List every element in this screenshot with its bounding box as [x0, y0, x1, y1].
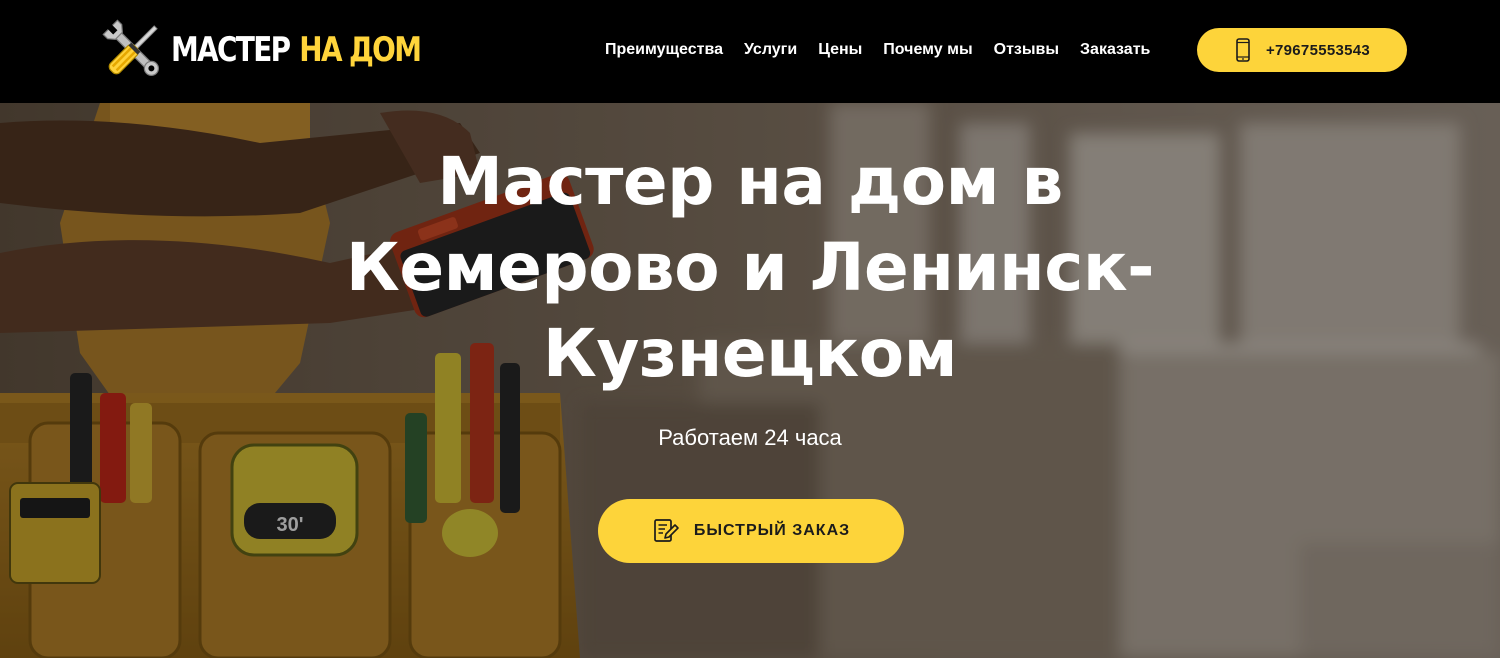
- hero-title: Мастер на дом в Кемерово и Ленинск-Кузне…: [345, 143, 1155, 392]
- quick-order-button[interactable]: БЫСТРЫЙ ЗАКАЗ: [598, 499, 904, 563]
- nav-link-prices[interactable]: Цены: [818, 38, 862, 62]
- hero-section: 30' Мастер на дом в Кемерово и Ленинск-К…: [0, 103, 1500, 658]
- logo-word-primary: МАСТЕР: [171, 30, 291, 70]
- smartphone-icon: [1236, 38, 1250, 62]
- wrench-screwdriver-icon: [102, 19, 159, 76]
- nav-link-advantages[interactable]: Преимущества: [605, 38, 723, 62]
- page: МАСТЕР НА ДОМ Преимущества Услуги Цены По…: [0, 0, 1500, 658]
- edit-document-icon: [653, 519, 679, 542]
- logo-word-accent: НА ДОМ: [299, 30, 422, 70]
- nav-link-order[interactable]: Заказать: [1080, 38, 1150, 62]
- site-header: МАСТЕР НА ДОМ Преимущества Услуги Цены По…: [0, 0, 1500, 103]
- nav-link-reviews[interactable]: Отзывы: [994, 38, 1059, 62]
- quick-order-label: БЫСТРЫЙ ЗАКАЗ: [693, 522, 851, 539]
- logo-text: МАСТЕР НА ДОМ: [171, 30, 422, 70]
- hero-subtitle: Работаем 24 часа: [658, 425, 842, 450]
- phone-button[interactable]: +79675553543: [1197, 28, 1407, 72]
- nav-link-services[interactable]: Услуги: [744, 38, 797, 62]
- main-nav: Преимущества Услуги Цены Почему мы Отзыв…: [605, 38, 1171, 62]
- nav-link-why-us[interactable]: Почему мы: [883, 38, 972, 62]
- logo[interactable]: МАСТЕР НА ДОМ: [97, 14, 475, 86]
- phone-number: +79675553543: [1265, 41, 1371, 59]
